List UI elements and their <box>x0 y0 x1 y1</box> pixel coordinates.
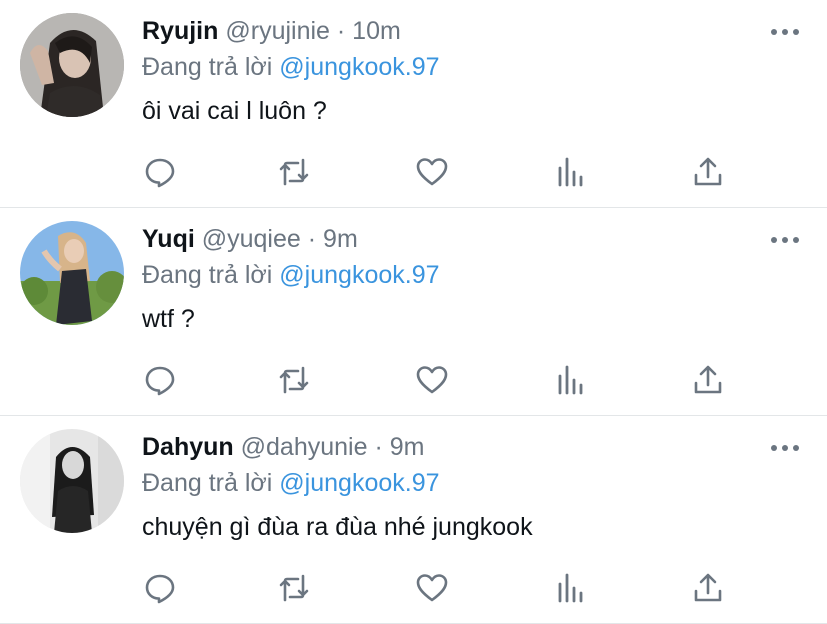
separator-dot: · <box>374 433 383 461</box>
separator-dot: · <box>336 17 346 45</box>
more-icon[interactable] <box>771 230 799 250</box>
mention-link[interactable]: @jungkook.97 <box>279 469 439 497</box>
display-name[interactable]: Dahyun <box>142 433 234 461</box>
tweet-header: Ryujin @ryujinie · 10m <box>142 14 401 48</box>
reply-button[interactable] <box>140 568 180 608</box>
share-icon <box>694 157 722 186</box>
avatar-image <box>20 13 124 117</box>
separator-dot: · <box>307 225 317 253</box>
tweet-header: Yuqi @yuqiee · 9m <box>142 222 358 256</box>
reply-icon <box>145 574 175 604</box>
replying-to-label: Đang trả lời <box>142 53 273 81</box>
reply-icon <box>145 158 175 188</box>
replying-to: Đang trả lời @jungkook.97 <box>142 466 440 500</box>
mention-link[interactable]: @jungkook.97 <box>279 53 439 81</box>
tweet-header: Dahyun @dahyunie · 9m <box>142 430 424 464</box>
replying-to: Đang trả lời @jungkook.97 <box>142 258 440 292</box>
reply-button[interactable] <box>140 152 180 192</box>
stats-button[interactable] <box>550 360 590 400</box>
reply-feed: Ryujin @ryujinie · 10m Đang trả lời @jun… <box>0 0 827 624</box>
retweet-button[interactable] <box>274 152 314 192</box>
timestamp[interactable]: 9m <box>323 225 358 253</box>
user-handle[interactable]: @yuqiee <box>202 225 301 253</box>
timestamp[interactable]: 9m <box>390 433 425 461</box>
reply-button[interactable] <box>140 360 180 400</box>
replying-to: Đang trả lời @jungkook.97 <box>142 50 440 84</box>
stats-icon <box>558 365 583 395</box>
timestamp[interactable]: 10m <box>352 17 401 45</box>
mention-link[interactable]: @jungkook.97 <box>279 261 439 289</box>
retweet-icon <box>279 574 309 602</box>
stats-button[interactable] <box>550 568 590 608</box>
like-icon <box>416 158 448 186</box>
tweet-text: chuyện gì đùa ra đùa nhé jungkook <box>142 513 533 541</box>
like-button[interactable] <box>412 360 452 400</box>
replying-to-label: Đang trả lời <box>142 261 273 289</box>
like-icon <box>416 574 448 602</box>
replying-to-label: Đang trả lời <box>142 469 273 497</box>
share-button[interactable] <box>688 568 728 608</box>
action-bar <box>140 568 740 608</box>
more-icon[interactable] <box>771 438 799 458</box>
share-button[interactable] <box>688 360 728 400</box>
tweet-text: ôi vai cai l luôn ? <box>142 97 327 125</box>
user-handle[interactable]: @ryujinie <box>225 17 330 45</box>
like-button[interactable] <box>412 152 452 192</box>
more-icon[interactable] <box>771 22 799 42</box>
tweet-text: wtf ? <box>142 305 195 333</box>
action-bar <box>140 152 740 192</box>
retweet-button[interactable] <box>274 360 314 400</box>
stats-icon <box>558 573 583 603</box>
like-icon <box>416 366 448 394</box>
avatar[interactable] <box>20 221 124 325</box>
tweet-ryujin[interactable]: Ryujin @ryujinie · 10m Đang trả lời @jun… <box>0 0 827 208</box>
share-icon <box>694 573 722 602</box>
share-button[interactable] <box>688 152 728 192</box>
like-button[interactable] <box>412 568 452 608</box>
display-name[interactable]: Yuqi <box>142 225 195 253</box>
tweet-yuqi[interactable]: Yuqi @yuqiee · 9m Đang trả lời @jungkook… <box>0 208 827 416</box>
avatar[interactable] <box>20 429 124 533</box>
avatar[interactable] <box>20 13 124 117</box>
share-icon <box>694 365 722 394</box>
retweet-icon <box>279 366 309 394</box>
action-bar <box>140 360 740 400</box>
display-name[interactable]: Ryujin <box>142 17 218 45</box>
retweet-icon <box>279 158 309 186</box>
reply-icon <box>145 366 175 396</box>
stats-icon <box>558 157 583 187</box>
avatar-image <box>20 221 124 325</box>
retweet-button[interactable] <box>274 568 314 608</box>
stats-button[interactable] <box>550 152 590 192</box>
tweet-dahyun[interactable]: Dahyun @dahyunie · 9m Đang trả lời @jung… <box>0 416 827 624</box>
user-handle[interactable]: @dahyunie <box>241 433 368 461</box>
avatar-image <box>20 429 124 533</box>
